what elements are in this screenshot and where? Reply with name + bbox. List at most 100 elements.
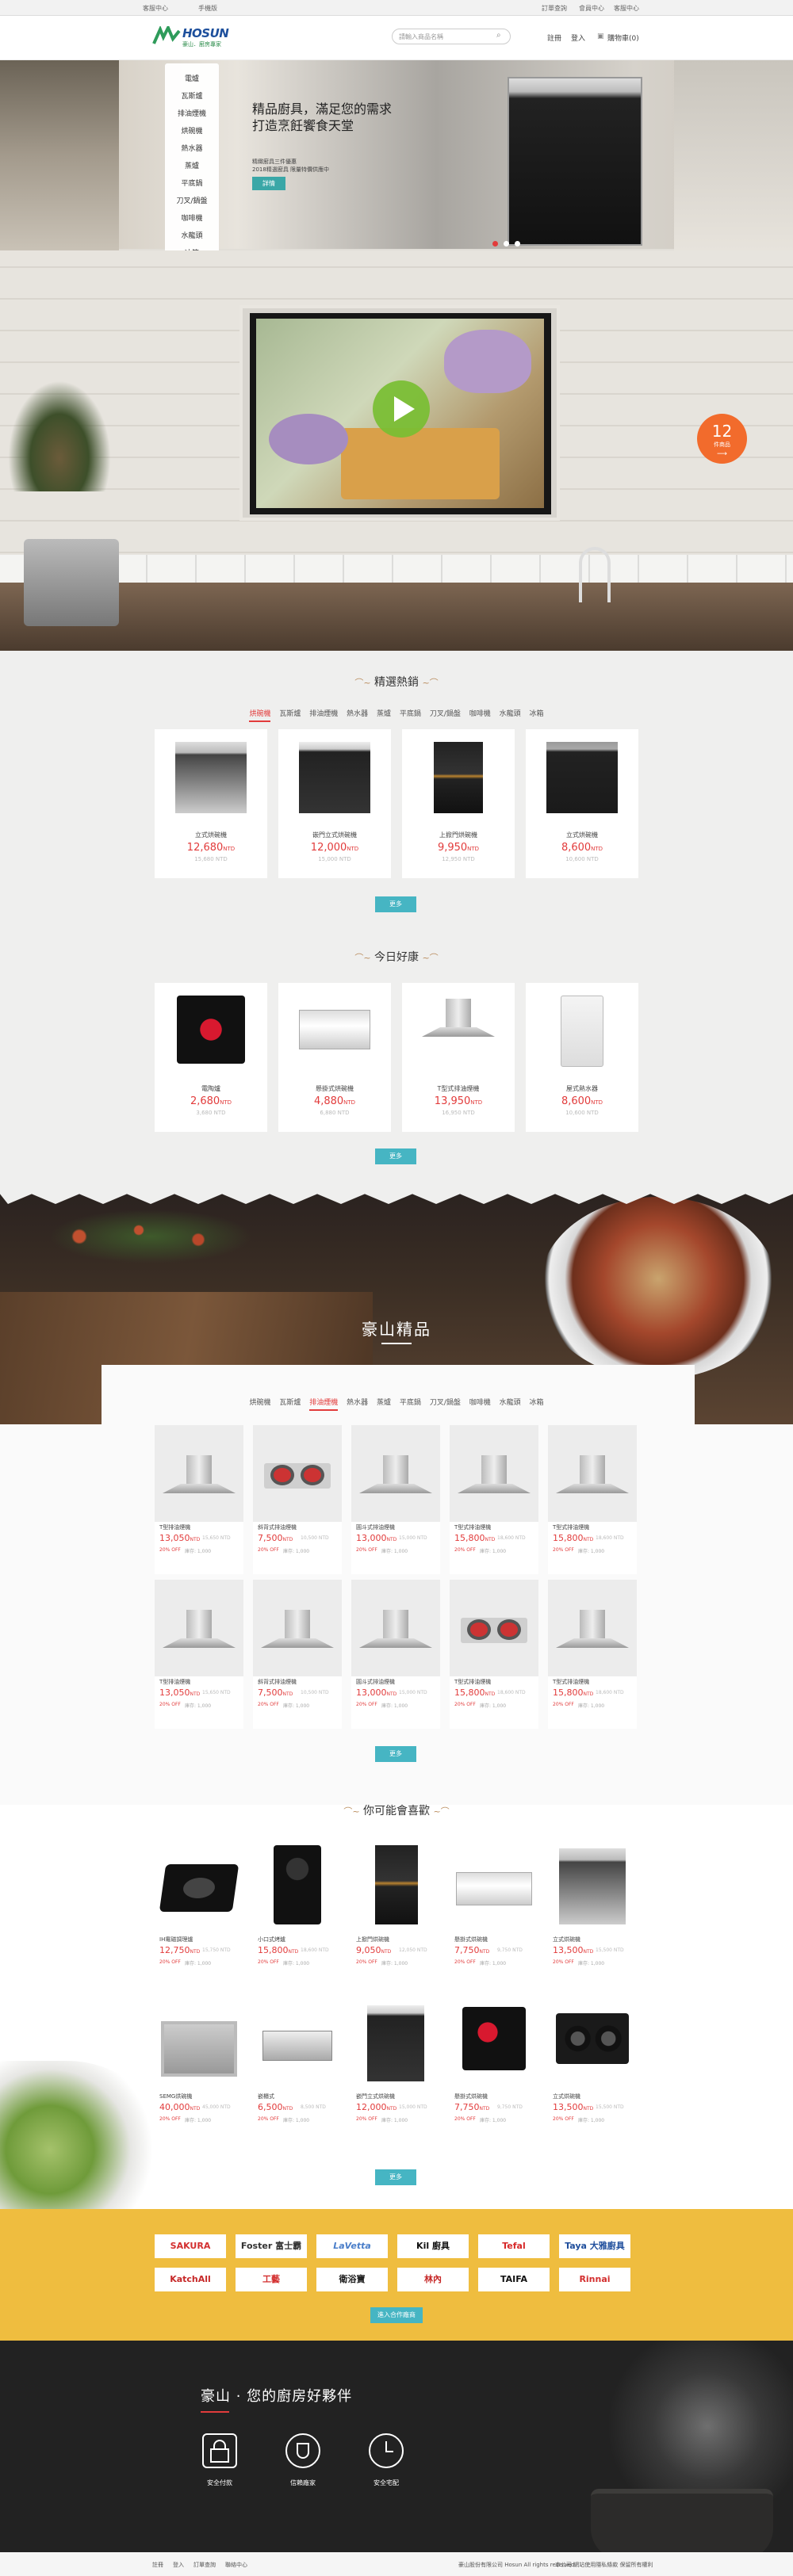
- category-item[interactable]: 排油煙機: [165, 108, 219, 118]
- nav-login[interactable]: 登入: [571, 32, 585, 43]
- product-card[interactable]: 懸掛式烘碗機 4,880NTD 6,880 NTD: [278, 983, 391, 1132]
- more-button[interactable]: 更多: [375, 1746, 416, 1762]
- category-item[interactable]: 熱水器: [165, 143, 219, 153]
- brand-logo[interactable]: Kil 廚具: [397, 2234, 469, 2258]
- product-card[interactable]: 懸掛式烘碗機 7,750NTD 9,750 NTD 20% OFF 庫存: 1,…: [450, 1833, 538, 1982]
- partners-button[interactable]: 進入合作廠商: [370, 2307, 423, 2323]
- tab-item[interactable]: 瓦斯爐: [279, 708, 301, 720]
- topbar-link-help[interactable]: 客服中心: [614, 4, 639, 13]
- brand-logo[interactable]: Foster 富士霸: [236, 2234, 307, 2258]
- tab-item[interactable]: 蒸爐: [377, 1397, 391, 1409]
- tab-item[interactable]: 蒸爐: [377, 708, 391, 720]
- brand-logo[interactable]: Rinnai: [559, 2268, 630, 2291]
- product-card[interactable]: 上掀門烘碗機 9,050NTD 12,050 NTD 20% OFF 庫存: 1…: [351, 1833, 440, 1982]
- product-card[interactable]: T型式排油煙機 15,800NTD 18,600 NTD 20% OFF 庫存:…: [450, 1425, 538, 1574]
- nav-cart[interactable]: 購物車(0): [607, 32, 639, 43]
- tab-item[interactable]: 排油煙機: [309, 1397, 339, 1411]
- category-item[interactable]: 刀叉/鍋盤: [165, 195, 219, 205]
- tab-item[interactable]: 烘碗機: [249, 1397, 270, 1409]
- brand-logo[interactable]: 工藝: [236, 2268, 307, 2291]
- product-card[interactable]: 圓斗式排油煙機 13,000NTD 15,000 NTD 20% OFF 庫存:…: [351, 1580, 440, 1729]
- product-card[interactable]: T型排油煙機 13,050NTD 15,650 NTD 20% OFF 庫存: …: [155, 1580, 243, 1729]
- logo-text[interactable]: HOSUN: [182, 26, 229, 40]
- tab-item[interactable]: 冰箱: [530, 1397, 544, 1409]
- topbar-link-mobile[interactable]: 手機版: [198, 4, 217, 13]
- tab-item[interactable]: 熱水器: [347, 708, 368, 720]
- cart-icon[interactable]: ▣: [597, 32, 604, 40]
- topbar-link-orders[interactable]: 訂單查詢: [542, 4, 567, 13]
- category-item[interactable]: 瓦斯爐: [165, 90, 219, 101]
- tab-item[interactable]: 平底鍋: [400, 1397, 421, 1409]
- tab-item[interactable]: 咖啡機: [469, 1397, 491, 1409]
- product-card[interactable]: 立式烘碗機 12,680NTD 15,680 NTD: [155, 729, 267, 878]
- product-card[interactable]: IH電磁調理爐 12,750NTD 15,750 NTD 20% OFF 庫存:…: [155, 1833, 243, 1982]
- product-card[interactable]: 小口式烤爐 15,800NTD 18,600 NTD 20% OFF 庫存: 1…: [253, 1833, 342, 1982]
- tab-item[interactable]: 平底鍋: [400, 708, 421, 720]
- category-item[interactable]: 電爐: [165, 73, 219, 83]
- tab-item[interactable]: 熱水器: [347, 1397, 368, 1409]
- product-card[interactable]: T型式排油煙機 15,800NTD 18,600 NTD 20% OFF 庫存:…: [548, 1425, 637, 1574]
- footer-link[interactable]: 登入: [173, 2561, 184, 2569]
- search-icon[interactable]: ⌕: [496, 31, 501, 40]
- product-card[interactable]: T型式排油煙機 15,800NTD 18,600 NTD 20% OFF 庫存:…: [450, 1580, 538, 1729]
- search-input[interactable]: 請輸入商品名稱: [392, 29, 511, 44]
- product-card[interactable]: T型排油煙機 13,050NTD 15,650 NTD 20% OFF 庫存: …: [155, 1425, 243, 1574]
- play-icon[interactable]: [373, 380, 430, 438]
- more-button[interactable]: 更多: [375, 1148, 416, 1164]
- tab-item[interactable]: 咖啡機: [469, 708, 491, 720]
- price-value: 15,800: [258, 1945, 289, 1955]
- category-item[interactable]: 平底鍋: [165, 178, 219, 188]
- footer-link[interactable]: 訂單查詢: [193, 2561, 216, 2569]
- product-card[interactable]: 立式烘碗機 13,500NTD 15,500 NTD 20% OFF 庫存: 1…: [548, 1833, 637, 1982]
- product-card[interactable]: 懸掛式烘碗機 7,750NTD 9,750 NTD 20% OFF 庫存: 1,…: [450, 1989, 538, 2138]
- brand-logo[interactable]: TAIFA: [478, 2268, 550, 2291]
- event-badge[interactable]: 12 件商品 ⟶: [697, 414, 747, 464]
- product-card[interactable]: 屋式熱水器 8,600NTD 10,600 NTD: [526, 983, 638, 1132]
- product-card[interactable]: T型式排油煙機 15,800NTD 18,600 NTD 20% OFF 庫存:…: [548, 1580, 637, 1729]
- more-button[interactable]: 更多: [375, 896, 416, 912]
- product-card[interactable]: 嵌門立式烘碗機 12,000NTD 15,000 NTD: [278, 729, 391, 878]
- product-card[interactable]: 立式烘碗機 8,600NTD 10,600 NTD: [526, 729, 638, 878]
- discount-label: 20% OFF: [159, 1547, 181, 1553]
- topbar-link-service[interactable]: 客服中心: [143, 4, 168, 13]
- footer-link[interactable]: 聯絡中心: [225, 2561, 247, 2569]
- category-item[interactable]: 蒸爐: [165, 160, 219, 170]
- brand-logo[interactable]: 林內: [397, 2268, 469, 2291]
- topbar-link-member[interactable]: 會員中心: [579, 4, 604, 13]
- product-card[interactable]: 斜背式排油煙機 7,500NTD 10,500 NTD 20% OFF 庫存: …: [253, 1580, 342, 1729]
- product-card[interactable]: 上掀門烘碗機 9,950NTD 12,950 NTD: [402, 729, 515, 878]
- product-card[interactable]: 電陶爐 2,680NTD 3,680 NTD: [155, 983, 267, 1132]
- more-button[interactable]: 更多: [375, 2169, 416, 2185]
- product-card[interactable]: T型式排油煙機 13,950NTD 16,950 NTD: [402, 983, 515, 1132]
- brand-logo[interactable]: Taya 大雅廚具: [559, 2234, 630, 2258]
- product-card[interactable]: 立式烘碗機 13,500NTD 15,500 NTD 20% OFF 庫存: 1…: [548, 1989, 637, 2138]
- brand-logo[interactable]: 衛浴寶: [316, 2268, 388, 2291]
- nav-register[interactable]: 註冊: [547, 32, 561, 43]
- brand-logo[interactable]: KatchAll: [155, 2268, 226, 2291]
- product-card[interactable]: 斜背式排油煙機 7,500NTD 10,500 NTD 20% OFF 庫存: …: [253, 1425, 342, 1574]
- brand-logo[interactable]: Tefal: [478, 2234, 550, 2258]
- banner-detail-button[interactable]: 詳情: [252, 177, 285, 190]
- logo-icon[interactable]: [152, 26, 181, 45]
- carousel-dot[interactable]: [492, 241, 498, 247]
- tab-item[interactable]: 水龍頭: [500, 708, 521, 720]
- product-card[interactable]: 圓斗式排油煙機 13,000NTD 15,000 NTD 20% OFF 庫存:…: [351, 1425, 440, 1574]
- brand-logo[interactable]: LaVetta: [316, 2234, 388, 2258]
- product-card[interactable]: 嵌櫃式 6,500NTD 8,500 NTD 20% OFF 庫存: 1,000: [253, 1989, 342, 2138]
- tab-item[interactable]: 瓦斯爐: [279, 1397, 301, 1409]
- carousel-dot[interactable]: [504, 241, 509, 247]
- category-item[interactable]: 水龍頭: [165, 230, 219, 240]
- tab-item[interactable]: 刀叉/鍋盤: [430, 1397, 461, 1409]
- category-item[interactable]: 烘碗機: [165, 125, 219, 136]
- tab-item[interactable]: 冰箱: [530, 708, 544, 720]
- category-item[interactable]: 咖啡機: [165, 212, 219, 223]
- footer-link[interactable]: 註冊: [152, 2561, 163, 2569]
- tab-item[interactable]: 排油煙機: [309, 708, 338, 720]
- product-card[interactable]: 嵌門立式烘碗機 12,000NTD 15,000 NTD 20% OFF 庫存:…: [351, 1989, 440, 2138]
- carousel-dot[interactable]: [515, 241, 520, 247]
- brand-logo[interactable]: SAKURA: [155, 2234, 226, 2258]
- tab-item[interactable]: 烘碗機: [249, 708, 271, 722]
- tab-item[interactable]: 刀叉/鍋盤: [430, 708, 461, 720]
- product-card[interactable]: SEMG烘碗機 40,000NTD 45,000 NTD 20% OFF 庫存:…: [155, 1989, 243, 2138]
- tab-item[interactable]: 水龍頭: [500, 1397, 521, 1409]
